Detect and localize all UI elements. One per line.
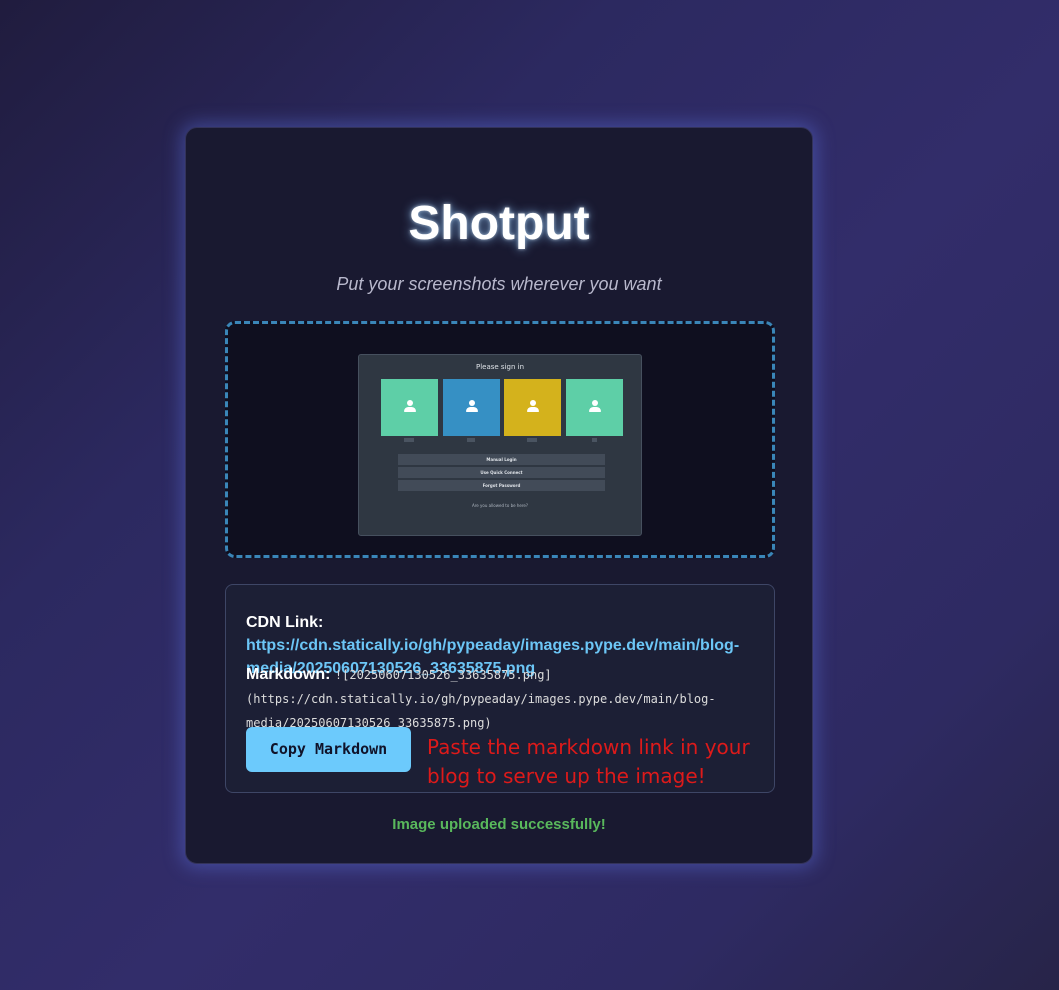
cdn-link-label: CDN Link: xyxy=(246,614,324,631)
uploaded-image-preview: Please sign in Manual Login Use Quick Co… xyxy=(358,354,642,536)
user-icon xyxy=(403,400,417,414)
preview-quick-connect-button: Use Quick Connect xyxy=(398,467,605,478)
user-tile-caption xyxy=(592,438,597,442)
image-drop-zone[interactable]: Please sign in Manual Login Use Quick Co… xyxy=(225,321,775,558)
app-subtitle: Put your screenshots wherever you want xyxy=(336,274,662,294)
copy-markdown-button[interactable]: Copy Markdown xyxy=(246,727,411,772)
preview-manual-login-button: Manual Login xyxy=(398,454,605,465)
user-tile xyxy=(504,379,561,436)
markdown-label: Markdown: xyxy=(246,666,331,683)
user-tile xyxy=(443,379,500,436)
user-tile-caption xyxy=(527,438,537,442)
upload-status-message: Image uploaded successfully! xyxy=(392,816,606,833)
user-icon xyxy=(588,400,602,414)
upload-result-panel: CDN Link: https://cdn.statically.io/gh/p… xyxy=(225,584,775,793)
user-tile xyxy=(381,379,438,436)
preview-footer-text: Are you allowed to be here? xyxy=(471,503,528,508)
paste-hint: Paste the markdown link in your blog to … xyxy=(427,735,750,788)
markdown-row: Markdown: ![20250607130526_33635875.png]… xyxy=(246,663,756,735)
user-tile-caption xyxy=(467,438,475,442)
user-tile-caption xyxy=(404,438,414,442)
user-icon xyxy=(465,400,479,414)
app-title: Shotput xyxy=(408,197,590,250)
user-icon xyxy=(526,400,540,414)
preview-forgot-password-button: Forgot Password xyxy=(398,480,605,491)
preview-title: Please sign in xyxy=(475,363,525,371)
user-tile xyxy=(566,379,623,436)
upload-card: Shotput Put your screenshots wherever yo… xyxy=(185,127,813,864)
